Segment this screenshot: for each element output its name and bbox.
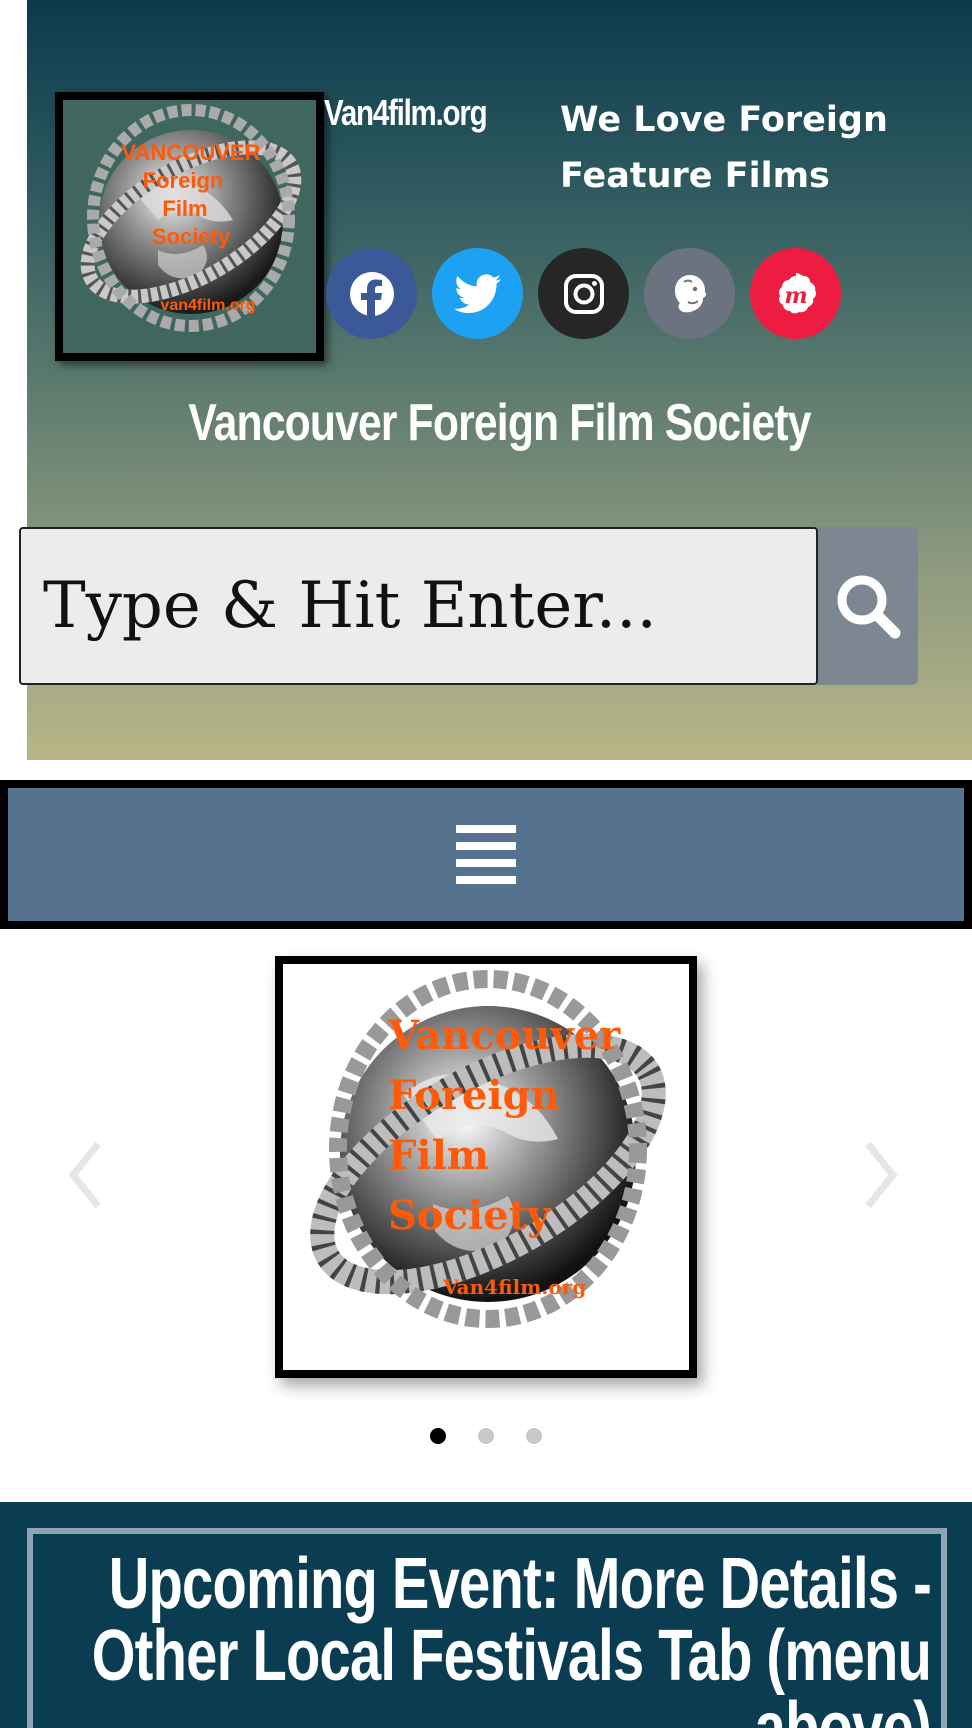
upcoming-event-title[interactable]: Upcoming Event: More Details - Other Loc…	[73, 1548, 932, 1728]
logo-line-5: van4film.org	[160, 297, 255, 314]
slide-logo-line-4: Society	[388, 1192, 552, 1239]
site-tagline: We Love Foreign Feature Films	[560, 100, 888, 196]
facebook-link[interactable]	[326, 248, 417, 339]
logo-line-3: Film	[162, 196, 207, 221]
mailchimp-link[interactable]	[644, 248, 735, 339]
search-icon	[837, 575, 901, 639]
logo-line-1: VANCOUVER	[122, 140, 261, 165]
meetup-link[interactable]: m	[750, 248, 841, 339]
twitter-icon	[454, 273, 501, 313]
carousel-slide[interactable]: Vancouver Foreign Film Society Van4film.…	[275, 956, 697, 1378]
slide-logo-line-2: Foreign	[388, 1072, 560, 1119]
carousel-prev-arrow-icon[interactable]	[68, 1140, 102, 1210]
slide-logo-line-1: Vancouver	[387, 1012, 621, 1059]
social-links: m	[326, 248, 841, 339]
main-navigation-bar	[0, 780, 972, 929]
site-logo[interactable]: VANCOUVER Foreign Film Society van4film.…	[55, 92, 324, 361]
society-name-heading: Vancouver Foreign Film Society	[188, 394, 811, 452]
logo-line-4: Society	[152, 224, 231, 249]
svg-text:m: m	[784, 283, 807, 309]
search-input[interactable]: Type & Hit Enter...	[19, 527, 818, 685]
logo-line-2: Foreign	[143, 168, 224, 193]
globe-film-logo-icon: VANCOUVER Foreign Film Society van4film.…	[80, 104, 302, 332]
slide-logo-line-5: Van4film.org	[442, 1275, 586, 1299]
instagram-link[interactable]	[538, 248, 629, 339]
meetup-icon: m	[778, 272, 816, 313]
carousel-dot-1[interactable]	[430, 1428, 446, 1444]
instagram-icon	[563, 273, 604, 314]
carousel-dot-3[interactable]	[526, 1428, 542, 1444]
mailchimp-icon	[674, 274, 706, 312]
facebook-icon	[349, 271, 394, 316]
carousel-dot-2[interactable]	[478, 1428, 494, 1444]
carousel-next-arrow-icon[interactable]	[864, 1140, 898, 1210]
upcoming-event-section: Upcoming Event: More Details - Other Loc…	[0, 1502, 972, 1728]
search-button[interactable]	[818, 527, 918, 685]
upcoming-event-box: Upcoming Event: More Details - Other Loc…	[27, 1528, 947, 1728]
globe-film-slide-image: Vancouver Foreign Film Society Van4film.…	[310, 970, 666, 1328]
site-url[interactable]: Van4film.org	[324, 92, 488, 134]
twitter-link[interactable]	[432, 248, 523, 339]
carousel-pagination	[430, 1428, 542, 1444]
hamburger-menu-icon[interactable]	[456, 823, 516, 887]
slide-logo-line-3: Film	[388, 1132, 489, 1179]
